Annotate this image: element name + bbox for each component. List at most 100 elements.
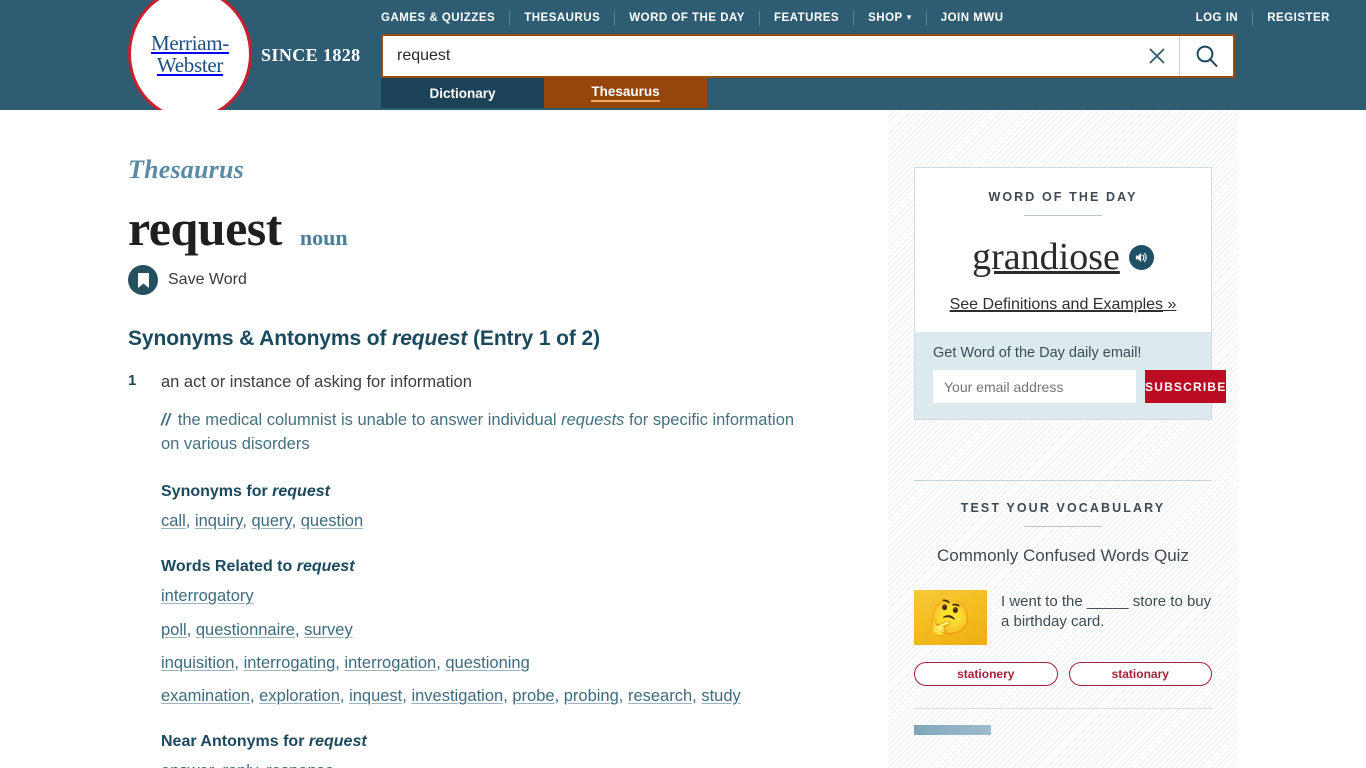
- word-separator: ,: [234, 653, 244, 672]
- eyebrow-rule: [1024, 526, 1102, 527]
- close-icon: [1149, 48, 1165, 64]
- word-separator: ,: [692, 687, 702, 706]
- synonyms-heading-word: request: [272, 483, 330, 501]
- quiz-body: 🤔 I went to the _____ store to buy a bir…: [914, 590, 1212, 645]
- auth-nav: LOG IN REGISTER: [1182, 8, 1330, 28]
- signup-label: Get Word of the Day daily email!: [933, 345, 1142, 361]
- log-in-link[interactable]: LOG IN: [1182, 12, 1253, 24]
- word-link[interactable]: inquisition: [161, 654, 234, 672]
- word-row: poll, questionnaire, survey: [161, 619, 858, 641]
- see-definitions-link[interactable]: See Definitions and Examples »: [933, 296, 1193, 314]
- nav-item-word-of-the-day[interactable]: WORD OF THE DAY: [615, 12, 759, 24]
- dictionary-thesaurus-tabs: Dictionary Thesaurus: [381, 78, 707, 108]
- search-submit-button[interactable]: [1179, 36, 1233, 76]
- test-your-vocabulary-eyebrow: TEST YOUR VOCABULARY: [960, 501, 1166, 515]
- sense-definition: an act or instance of asking for informa…: [161, 373, 472, 391]
- save-word-button[interactable]: Save Word: [128, 265, 858, 295]
- nav-item-join-mwu[interactable]: JOIN MWU: [927, 12, 1018, 24]
- word-link[interactable]: exploration: [259, 687, 340, 705]
- logo-inner-ring: Merriam- Webster: [135, 0, 245, 113]
- register-link[interactable]: REGISTER: [1253, 12, 1330, 24]
- confused-face-emoji-icon[interactable]: 🤔: [914, 590, 987, 645]
- sense-example: // the medical columnist is unable to an…: [161, 409, 811, 457]
- logo-line-2: Webster: [156, 53, 224, 77]
- clear-search-button[interactable]: [1135, 36, 1179, 76]
- word-link[interactable]: research: [628, 687, 692, 705]
- related-heading-word: request: [296, 558, 355, 576]
- word-link[interactable]: query: [252, 512, 292, 530]
- sidebar: WORD OF THE DAY grandiose See Definition…: [888, 110, 1238, 768]
- near-antonyms-group: Near Antonyms for request answer, reply,…: [161, 733, 858, 768]
- word-row: call, inquiry, query, question: [161, 510, 858, 532]
- word-link[interactable]: question: [301, 512, 363, 530]
- speaker-icon[interactable]: [1128, 244, 1154, 270]
- word-link[interactable]: inquest: [349, 687, 402, 705]
- word-link[interactable]: interrogation: [344, 654, 436, 672]
- word-separator: ,: [257, 762, 266, 768]
- word-link[interactable]: probe: [512, 687, 554, 705]
- quiz-answer-option-1[interactable]: stationery: [914, 662, 1058, 686]
- word-link[interactable]: call: [161, 512, 186, 530]
- word-link[interactable]: study: [701, 687, 740, 705]
- word-row: inquisition, interrogating, interrogatio…: [161, 652, 858, 674]
- example-slashes: //: [161, 411, 171, 430]
- email-field[interactable]: [933, 370, 1136, 403]
- bookmark-glyph: [137, 272, 149, 288]
- subscribe-button[interactable]: SUBSCRIBE: [1145, 370, 1227, 403]
- word-separator: ,: [249, 687, 260, 706]
- chevron-down-icon: ▾: [906, 12, 912, 22]
- word-separator: ,: [242, 512, 252, 531]
- word-link[interactable]: answer: [161, 762, 213, 768]
- sense-block: 1 an act or instance of asking for infor…: [128, 371, 858, 768]
- near-antonyms-heading-prefix: Near Antonyms for: [161, 733, 309, 751]
- see-definitions-label: See Definitions and Examples: [949, 296, 1164, 313]
- tab-thesaurus-label: Thesaurus: [591, 84, 660, 102]
- nav-item-shop[interactable]: SHOP ▾: [854, 12, 926, 24]
- test-your-vocabulary-card: TEST YOUR VOCABULARY Commonly Confused W…: [914, 480, 1212, 735]
- speaker-glyph: [1135, 252, 1147, 262]
- nav-item-features[interactable]: FEATURES: [760, 12, 853, 24]
- synonyms-antonyms-heading: Synonyms & Antonyms of request (Entry 1 …: [128, 327, 858, 351]
- word-link[interactable]: probing: [564, 687, 619, 705]
- word-row: answer, reply, response: [161, 760, 858, 768]
- quiz-answers: stationery stationary: [914, 662, 1212, 686]
- word-link[interactable]: response: [266, 762, 334, 768]
- section-title-suffix: (Entry 1 of 2): [467, 327, 600, 350]
- word-of-the-day-word[interactable]: grandiose: [972, 238, 1120, 276]
- word-separator: ,: [618, 687, 628, 706]
- word-link[interactable]: questioning: [445, 654, 529, 672]
- related-heading-prefix: Words Related to: [161, 558, 297, 576]
- search-bar: [381, 34, 1235, 78]
- page-body: Thesaurus request noun Save Word Synonym…: [0, 110, 1366, 768]
- bookmark-icon: [128, 265, 158, 295]
- word-link[interactable]: poll: [161, 621, 187, 639]
- word-link[interactable]: reply: [222, 762, 257, 768]
- near-antonyms-heading: Near Antonyms for request: [161, 733, 858, 751]
- search-input[interactable]: [383, 36, 1135, 76]
- word-link[interactable]: survey: [304, 621, 353, 639]
- tab-thesaurus[interactable]: Thesaurus: [544, 78, 707, 108]
- word-link[interactable]: inquiry: [195, 512, 242, 530]
- word-link[interactable]: examination: [161, 687, 250, 705]
- link-chevron: »: [1167, 296, 1177, 313]
- word-link[interactable]: questionnaire: [196, 621, 295, 639]
- word-link[interactable]: investigation: [411, 687, 503, 705]
- word-separator: ,: [291, 512, 301, 531]
- word-of-the-day-word-row: grandiose: [933, 238, 1193, 276]
- breadcrumb-thesaurus: Thesaurus: [128, 155, 244, 184]
- word-separator: ,: [185, 512, 195, 531]
- word-separator: ,: [339, 687, 350, 706]
- word-link[interactable]: interrogating: [244, 654, 336, 672]
- nav-item-thesaurus[interactable]: THESAURUS: [510, 12, 614, 24]
- tab-dictionary[interactable]: Dictionary: [381, 78, 544, 108]
- section-title-word: request: [392, 327, 468, 350]
- word-separator: ,: [186, 620, 196, 639]
- since-tagline: SINCE 1828: [261, 45, 361, 65]
- quiz-answer-option-2[interactable]: stationary: [1068, 662, 1212, 686]
- site-logo[interactable]: Merriam- Webster: [128, 0, 252, 120]
- word-of-the-day-card: WORD OF THE DAY grandiose See Definition…: [914, 167, 1227, 420]
- word-row: interrogatory: [161, 585, 858, 607]
- nav-item-games-quizzes[interactable]: GAMES & QUIZZES: [381, 12, 509, 24]
- word-link[interactable]: interrogatory: [161, 587, 254, 605]
- synonyms-heading-prefix: Synonyms for: [161, 483, 273, 501]
